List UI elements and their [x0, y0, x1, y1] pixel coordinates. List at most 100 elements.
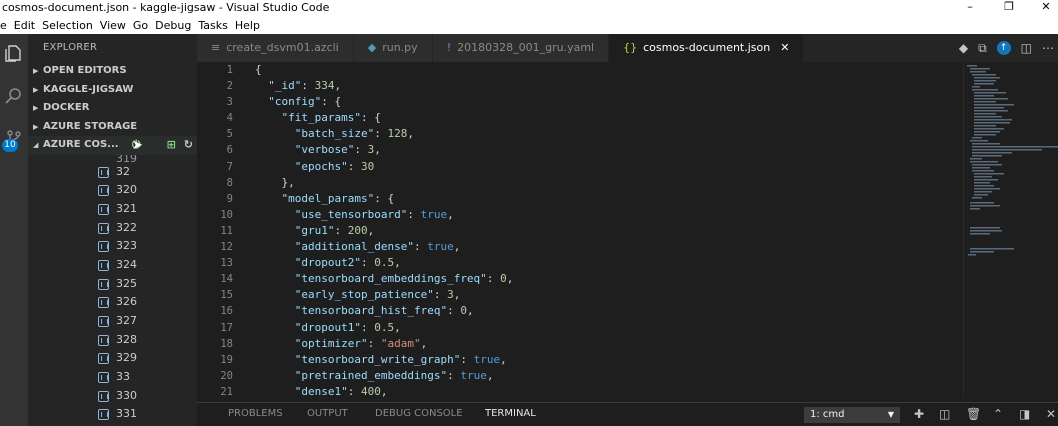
restore-button[interactable]: ❐: [996, 0, 1022, 16]
tab-debug-console[interactable]: DEBUG CONSOLE: [375, 408, 463, 419]
code-line[interactable]: 5 "batch_size": 128,: [197, 126, 963, 142]
tab-problems[interactable]: PROBLEMS: [228, 408, 283, 419]
new-account-icon[interactable]: ⊞: [167, 136, 176, 155]
open-changes-icon[interactable]: ⧉: [978, 41, 987, 56]
section-kaggle-jigsaw[interactable]: ▶ KAGGLE-JIGSAW: [28, 81, 197, 100]
document-icon: [98, 372, 109, 384]
list-item[interactable]: 326: [28, 293, 197, 312]
more-actions-icon[interactable]: ⋯: [1042, 41, 1054, 56]
code-line[interactable]: 11 "gru1": 200,: [197, 223, 963, 239]
list-item[interactable]: 329: [28, 349, 197, 368]
list-item[interactable]: 330: [28, 387, 197, 406]
terminal-select[interactable]: 1: cmd ▼: [804, 407, 900, 423]
menu-debug[interactable]: Debug: [155, 19, 191, 32]
menu-view[interactable]: View: [100, 19, 126, 32]
document-icon: [98, 259, 109, 271]
close-window-button[interactable]: ✕: [1033, 0, 1058, 16]
upload-icon[interactable]: ↑: [996, 41, 1011, 55]
code-line[interactable]: 21 "dense1": 400,: [197, 384, 963, 398]
yaml-icon: !: [446, 41, 452, 54]
menu-edit[interactable]: Edit: [14, 19, 35, 32]
tab-create-dsvm[interactable]: ≡ create_dsvm01.azcli: [197, 34, 354, 62]
list-item[interactable]: 323: [28, 237, 197, 256]
editor-tabs: ≡ create_dsvm01.azcli ◆ run.py ! 20180328_0…: [197, 34, 1058, 62]
menu-selection[interactable]: Selection: [42, 19, 93, 32]
code-line[interactable]: 18 "optimizer": "adam",: [197, 336, 963, 352]
code-line[interactable]: 14 "tensorboard_embeddings_freq": 0,: [197, 271, 963, 287]
maximize-panel-icon[interactable]: ⌃: [993, 407, 1003, 421]
tab-terminal[interactable]: TERMINAL: [485, 408, 536, 419]
code-line[interactable]: 13 "dropout2": 0.5,: [197, 255, 963, 271]
document-label: 319: [116, 154, 137, 163]
menu-help[interactable]: Help: [235, 19, 260, 32]
code-text: "tensorboard_embeddings_freq": 0,: [294, 272, 514, 286]
code-line[interactable]: 7 "epochs": 30: [197, 159, 963, 175]
code-line[interactable]: 1{: [197, 62, 963, 78]
cosmos-icon[interactable]: ◆: [959, 41, 968, 56]
minimize-button[interactable]: –: [957, 0, 983, 16]
json-icon: {}: [623, 41, 638, 54]
minimap[interactable]: [963, 62, 1058, 398]
code-line[interactable]: 4 "fit_params": {: [197, 110, 963, 126]
python-icon: ◆: [367, 41, 377, 54]
list-item[interactable]: 324: [28, 256, 197, 275]
section-docker[interactable]: ▶ DOCKER: [28, 99, 197, 118]
code-text: "dense1": 400,: [294, 384, 388, 398]
code-line[interactable]: 20 "pretrained_embeddings": true,: [197, 368, 963, 384]
line-number: 4: [226, 112, 233, 125]
line-number: 19: [220, 353, 233, 366]
code-line[interactable]: 17 "dropout1": 0.5,: [197, 320, 963, 336]
line-number: 2: [226, 80, 233, 93]
list-item[interactable]: 32: [28, 163, 197, 182]
code-line[interactable]: 19 "tensorboard_write_graph": true,: [197, 352, 963, 368]
list-item[interactable]: 331: [28, 405, 197, 424]
split-editor-icon[interactable]: ◫: [1021, 41, 1032, 56]
code-line[interactable]: 3 "config": {: [197, 94, 963, 110]
code-line[interactable]: 8 },: [197, 175, 963, 191]
section-azure-cosmos[interactable]: ◢ AZURE COS... ⏻ ⊞ ↻: [28, 136, 197, 155]
code-line[interactable]: 10 "use_tensorboard": true,: [197, 207, 963, 223]
document-icon: [98, 353, 109, 365]
list-item[interactable]: 320: [28, 181, 197, 200]
tab-cosmos-document[interactable]: {} cosmos-document.json ✕: [609, 34, 805, 62]
code-line[interactable]: 16 "tensorboard_hist_freq": 0,: [197, 303, 963, 319]
toggle-panel-icon[interactable]: ◨: [1019, 407, 1030, 421]
menu-go[interactable]: Go: [133, 19, 148, 32]
title-bar: cosmos-document.json - kaggle-jigsaw - V…: [0, 0, 1058, 16]
list-item[interactable]: 322: [28, 219, 197, 238]
close-panel-icon[interactable]: ✕: [1046, 407, 1056, 421]
new-terminal-icon[interactable]: ✚: [914, 407, 924, 421]
list-item[interactable]: 319: [28, 155, 197, 163]
explorer-icon[interactable]: [0, 39, 28, 67]
code-text: "optimizer": "adam",: [294, 336, 428, 350]
tab-gru-yaml[interactable]: ! 20180328_001_gru.yaml: [432, 34, 610, 62]
list-item[interactable]: 327: [28, 312, 197, 331]
section-azure-storage[interactable]: ▶ AZURE STORAGE: [28, 118, 197, 137]
close-icon[interactable]: ✕: [780, 34, 789, 62]
code-line[interactable]: 2 "_id": 334,: [197, 78, 963, 94]
code-line[interactable]: 9 "model_params": {: [197, 191, 963, 207]
code-line[interactable]: 12 "additional_dense": true,: [197, 239, 963, 255]
code-text: {: [255, 63, 262, 76]
search-icon[interactable]: [0, 82, 28, 110]
tab-run-py[interactable]: ◆ run.py: [353, 34, 433, 62]
explorer-title: EXPLORER: [43, 42, 98, 53]
tab-output[interactable]: OUTPUT: [307, 408, 348, 419]
code-line[interactable]: 15 "early_stop_patience": 3,: [197, 287, 963, 303]
refresh-icon[interactable]: ↻: [184, 136, 193, 155]
chevron-down-icon: ◢: [33, 141, 39, 149]
list-item[interactable]: 33: [28, 368, 197, 387]
code-line[interactable]: 6 "verbose": 3,: [197, 142, 963, 158]
split-terminal-icon[interactable]: ◫: [939, 407, 950, 421]
code-text: "early_stop_patience": 3,: [294, 288, 461, 302]
menu-file[interactable]: e: [0, 19, 7, 32]
list-item[interactable]: 321: [28, 200, 197, 219]
trash-icon[interactable]: 🗑: [966, 407, 981, 421]
section-open-editors[interactable]: ▶ OPEN EDITORS: [28, 62, 197, 81]
list-item[interactable]: 325: [28, 275, 197, 294]
code-editor[interactable]: 1{2 "_id": 334, 3 "config": {4 "fit_param…: [197, 62, 963, 398]
line-number: 10: [220, 208, 233, 221]
list-item[interactable]: 328: [28, 331, 197, 350]
chevron-right-icon: ▶: [33, 67, 39, 75]
menu-tasks[interactable]: Tasks: [198, 19, 227, 32]
